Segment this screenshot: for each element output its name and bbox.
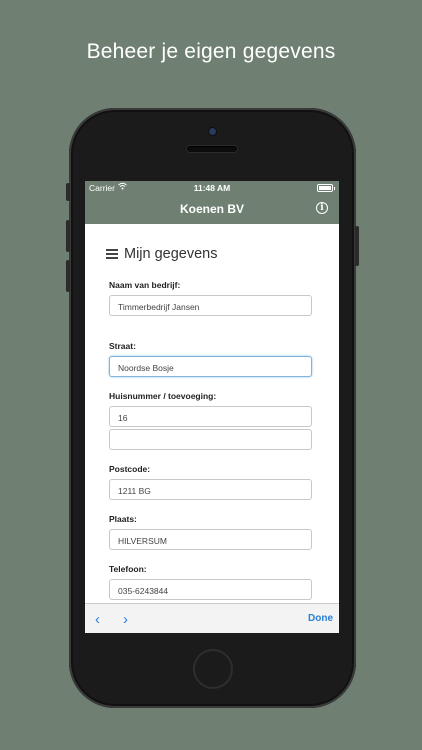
housenumber-label: Huisnummer / toevoeging: — [109, 391, 217, 401]
done-button[interactable]: Done — [308, 613, 333, 624]
section-title-text: Mijn gegevens — [124, 246, 218, 262]
screen: Carrier 11:48 AM Koenen BV i Mijn gegeve… — [85, 181, 339, 633]
phone-field[interactable]: 035-6243844 — [109, 579, 312, 600]
power-button — [355, 226, 359, 266]
headline: Beheer je eigen gegevens — [86, 40, 336, 63]
company-label: Naam van bedrijf: — [109, 280, 181, 290]
volume-down-button — [66, 260, 70, 292]
home-button[interactable] — [193, 649, 233, 689]
info-icon[interactable]: i — [316, 202, 328, 214]
camera-icon — [209, 128, 216, 135]
postcode-label: Postcode: — [109, 464, 151, 474]
street-field[interactable]: Noordse Bosje — [109, 356, 312, 377]
postcode-field[interactable]: 1211 BG — [109, 479, 312, 500]
speaker-grille — [187, 146, 237, 152]
phone-label: Telefoon: — [109, 564, 147, 574]
city-label: Plaats: — [109, 514, 137, 524]
previous-field-button[interactable]: ‹ — [95, 611, 100, 628]
nav-title: Koenen BV — [179, 202, 244, 216]
street-label: Straat: — [109, 341, 136, 351]
mute-switch — [66, 183, 70, 201]
volume-up-button — [66, 220, 70, 252]
section-title: Mijn gegevens — [106, 246, 218, 262]
company-field[interactable]: Timmerbedrijf Jansen — [109, 295, 312, 316]
next-field-button[interactable]: › — [123, 611, 128, 628]
housenumber-field[interactable]: 16 — [109, 406, 312, 427]
form-content[interactable]: Mijn gegevens Naam van bedrijf: Timmerbe… — [85, 224, 339, 603]
status-bar: Carrier 11:48 AM — [85, 181, 339, 195]
status-time: 11:48 AM — [193, 183, 231, 193]
battery-icon — [317, 184, 335, 192]
addition-field[interactable] — [109, 429, 312, 450]
navigation-bar: Koenen BV i — [85, 195, 339, 224]
keyboard-toolbar: ‹ › Done — [85, 603, 339, 633]
city-field[interactable]: HILVERSUM — [109, 529, 312, 550]
